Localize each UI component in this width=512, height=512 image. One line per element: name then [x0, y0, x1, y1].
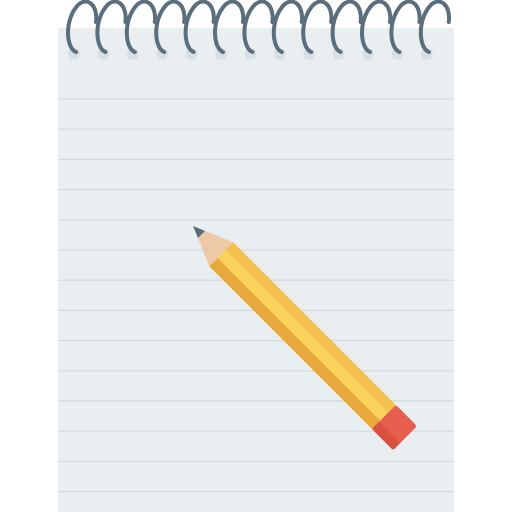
notepad-pencil-graphic	[58, 0, 454, 512]
notepad-illustration	[0, 0, 512, 512]
